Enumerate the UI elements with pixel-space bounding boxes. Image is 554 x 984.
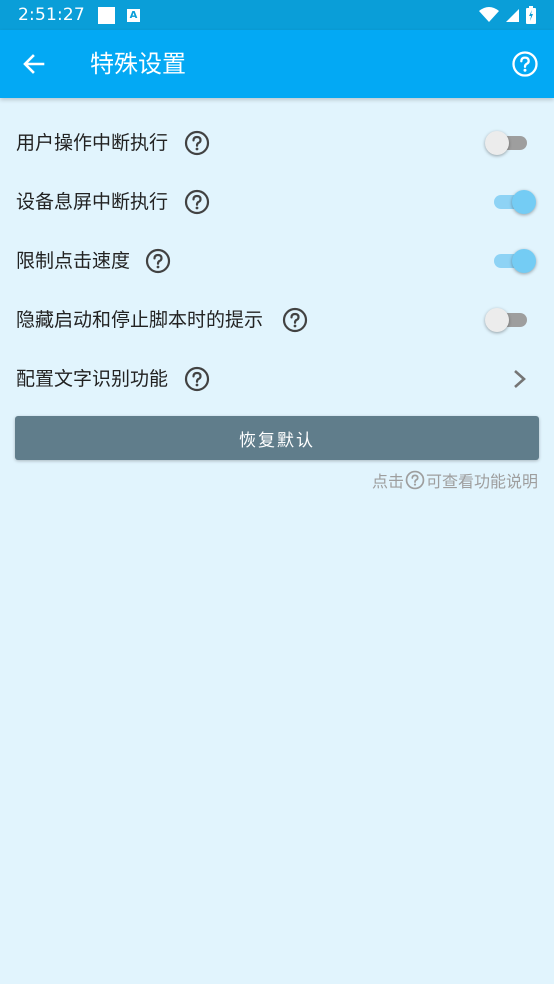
- help-icon[interactable]: [145, 248, 171, 274]
- switch-thumb: [512, 248, 536, 273]
- battery-icon: [526, 6, 536, 24]
- help-circle-icon[interactable]: [511, 50, 539, 78]
- help-icon[interactable]: [184, 366, 210, 392]
- switch-thumb: [485, 130, 509, 155]
- status-time: 2:51:27: [18, 5, 85, 25]
- setting-row-screen-off-interrupt[interactable]: 设备息屏中断执行: [0, 172, 554, 231]
- help-icon: [405, 470, 425, 490]
- setting-label: 配置文字识别功能: [16, 367, 169, 390]
- hint-prefix: 点击: [371, 472, 404, 491]
- setting-row-ocr-config[interactable]: 配置文字识别功能: [0, 349, 554, 408]
- setting-row-limit-click-speed[interactable]: 限制点击速度: [0, 231, 554, 290]
- wifi-icon: [479, 7, 499, 22]
- setting-label: 用户操作中断执行: [16, 131, 169, 154]
- reset-defaults-button[interactable]: 恢复默认: [15, 416, 539, 460]
- help-icon[interactable]: [282, 307, 308, 333]
- switch-thumb: [485, 307, 509, 332]
- arrow-left-icon[interactable]: [20, 50, 48, 78]
- help-hint: 点击 可查看功能说明: [372, 468, 538, 492]
- setting-label: 设备息屏中断执行: [16, 190, 169, 213]
- setting-row-hide-start-stop-tips[interactable]: 隐藏启动和停止脚本时的提示: [0, 290, 554, 349]
- toggle-switch[interactable]: [490, 188, 536, 216]
- toggle-switch[interactable]: [485, 129, 531, 157]
- toggle-switch[interactable]: [485, 306, 531, 334]
- app-bar: 特殊设置: [0, 30, 554, 98]
- help-icon[interactable]: [184, 130, 210, 156]
- toggle-switch[interactable]: [490, 247, 536, 275]
- switch-thumb: [512, 189, 536, 214]
- page-title: 特殊设置: [90, 50, 186, 78]
- status-system-icons: [479, 6, 536, 24]
- setting-row-user-interrupt[interactable]: 用户操作中断执行: [0, 113, 554, 172]
- a-icon: A: [126, 8, 140, 22]
- chevron-right-icon[interactable]: [512, 368, 528, 390]
- setting-label: 隐藏启动和停止脚本时的提示: [16, 308, 264, 331]
- setting-label: 限制点击速度: [16, 249, 131, 272]
- signal-icon: [506, 9, 519, 22]
- status-bar: 2:51:27 A: [0, 0, 554, 30]
- square-icon: [97, 6, 115, 24]
- hint-suffix: 可查看功能说明: [425, 472, 538, 491]
- help-icon[interactable]: [184, 189, 210, 215]
